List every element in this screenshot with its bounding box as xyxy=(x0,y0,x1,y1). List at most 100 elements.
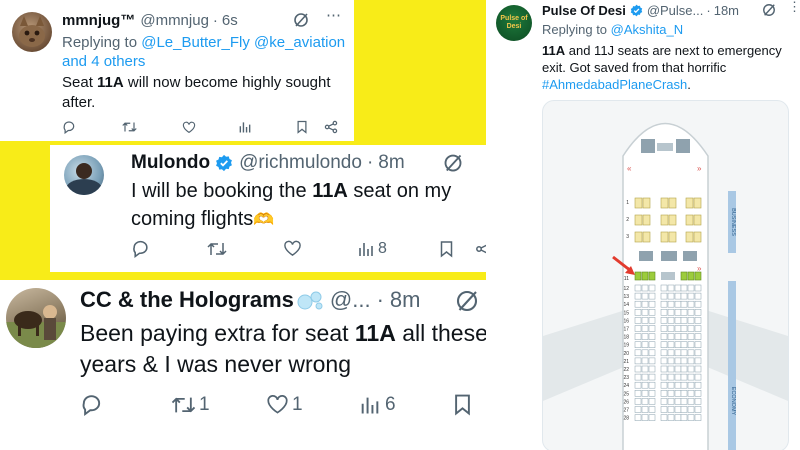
views-button[interactable]: 6 xyxy=(359,394,453,416)
mention-link[interactable]: @Akshita_N xyxy=(611,22,683,37)
retweet-button[interactable] xyxy=(207,240,283,258)
economy-seat xyxy=(694,381,702,389)
economy-seat xyxy=(634,349,642,357)
like-button[interactable] xyxy=(283,240,357,257)
display-name[interactable]: Pulse Of Desi xyxy=(542,3,626,18)
economy-seat xyxy=(641,349,649,357)
mention-link[interactable]: @Le_Butter_Fly xyxy=(141,34,250,51)
reply-button[interactable] xyxy=(62,120,122,134)
economy-seat xyxy=(634,373,642,381)
text-bold: 11A xyxy=(312,180,348,202)
economy-seat xyxy=(641,390,649,397)
economy-seat xyxy=(634,325,642,332)
handle[interactable]: @... xyxy=(330,287,371,313)
economy-seat xyxy=(667,333,675,340)
views-button[interactable] xyxy=(238,120,296,134)
retweet-button[interactable]: 1 xyxy=(171,394,266,416)
replying-to: Replying to @Akshita_N xyxy=(542,22,683,37)
replying-to: Replying to @Le_Butter_Fly @ke_aviation … xyxy=(62,33,347,71)
timestamp[interactable]: 8m xyxy=(378,152,404,174)
economy-seat xyxy=(648,284,656,292)
row-number: 11 xyxy=(624,276,629,282)
separator-dot: · xyxy=(706,2,711,18)
handle[interactable]: @Pulse... xyxy=(647,3,704,18)
economy-seat xyxy=(667,365,675,373)
row-number: 18 xyxy=(623,335,629,341)
row-number: 16 xyxy=(623,318,629,324)
row-number: 21 xyxy=(623,359,629,365)
row-number: 28 xyxy=(623,416,629,422)
economy-seat xyxy=(641,373,649,381)
economy-seat xyxy=(687,341,695,348)
display-name[interactable]: Mulondo xyxy=(131,152,210,174)
reply-icon xyxy=(133,240,148,258)
display-name[interactable]: mmnjug™ xyxy=(62,12,135,29)
grok-icon[interactable] xyxy=(455,289,479,318)
like-count: 1 xyxy=(292,393,303,415)
more-options-icon[interactable]: ⋯ xyxy=(326,6,342,24)
reply-button[interactable] xyxy=(131,239,207,258)
business-label: BUSINESS xyxy=(730,208,736,236)
tweet-card-pulse-of-desi[interactable]: Pulse of Desi Pulse Of Desi @Pulse... · … xyxy=(486,0,800,450)
timestamp[interactable]: 18m xyxy=(714,3,739,18)
economy-seat xyxy=(674,373,682,381)
economy-seat xyxy=(674,292,682,300)
bubbles-emoji xyxy=(296,289,324,311)
svg-text:«: « xyxy=(627,164,632,173)
avatar[interactable] xyxy=(12,12,52,52)
economy-seat xyxy=(674,381,682,389)
avatar[interactable] xyxy=(6,288,66,348)
display-name[interactable]: CC & the Holograms xyxy=(80,287,294,313)
bookmark-button[interactable] xyxy=(439,240,475,258)
economy-seat xyxy=(674,414,682,421)
economy-seat xyxy=(641,292,649,300)
row-number: 24 xyxy=(623,383,629,389)
views-count: 8 xyxy=(378,239,387,257)
timestamp[interactable]: 8m xyxy=(390,287,421,313)
bookmark-button[interactable] xyxy=(296,120,324,134)
economy-seat xyxy=(660,406,668,413)
hashtag-link[interactable]: #AhmedabadPlaneCrash xyxy=(542,77,687,92)
others-link[interactable]: and 4 others xyxy=(62,53,145,70)
economy-seat xyxy=(660,309,668,316)
retweet-button[interactable] xyxy=(122,120,182,134)
row-number: 13 xyxy=(623,294,629,300)
economy-seat xyxy=(667,398,675,405)
tweet-card-mmnjug[interactable]: mmnjug™ @mmnjug · 6s ⋯ Replying to @Le_B… xyxy=(0,0,354,141)
handle[interactable]: @mmnjug xyxy=(140,12,209,29)
grok-icon[interactable] xyxy=(443,153,463,178)
economy-seat xyxy=(680,317,688,324)
economy-seat xyxy=(687,309,695,316)
economy-seat xyxy=(667,357,675,365)
row-number: 19 xyxy=(623,343,629,349)
economy-seat xyxy=(687,398,695,405)
economy-seat xyxy=(694,357,702,365)
economy-seat xyxy=(694,390,702,397)
timestamp[interactable]: 6s xyxy=(222,12,238,29)
tweet-text: I will be booking the 11A seat on my com… xyxy=(131,177,511,234)
avatar[interactable] xyxy=(64,155,104,195)
avatar[interactable]: Pulse of Desi xyxy=(496,5,532,41)
economy-label: ECONOMY xyxy=(730,387,736,416)
seat-map-image[interactable]: « » BUSINESS « » xyxy=(542,100,789,450)
mention-link[interactable]: @ke_aviation xyxy=(254,34,345,51)
like-button[interactable] xyxy=(182,121,238,134)
grok-icon[interactable] xyxy=(762,3,776,22)
tweet-card-cc-holograms[interactable]: CC & the Holograms @... · 8m ⋮ Been payi… xyxy=(0,280,520,450)
row-number: 22 xyxy=(623,367,629,373)
economy-seat xyxy=(687,284,695,292)
share-button[interactable] xyxy=(324,120,338,134)
views-button[interactable]: 8 xyxy=(357,240,439,258)
tweet-card-mulondo[interactable]: Mulondo @richmulondo · 8m ⋮ I will be bo… xyxy=(50,145,521,272)
economy-seat xyxy=(660,373,668,381)
handle[interactable]: @richmulondo xyxy=(239,152,362,174)
more-options-icon[interactable]: ⋮ xyxy=(788,0,800,15)
grok-icon[interactable] xyxy=(293,12,309,33)
like-button[interactable]: 1 xyxy=(266,394,359,416)
replying-prefix: Replying to xyxy=(542,22,611,37)
economy-seat xyxy=(687,292,695,300)
reply-button[interactable] xyxy=(80,393,171,416)
economy-seat xyxy=(694,333,702,340)
economy-seat xyxy=(641,406,649,413)
economy-seat xyxy=(634,381,642,389)
